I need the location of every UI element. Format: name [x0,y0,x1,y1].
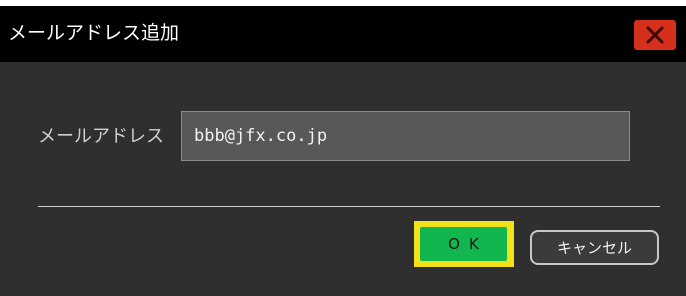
close-button[interactable] [634,20,676,50]
divider [38,206,660,207]
add-email-dialog: メールアドレス追加 メールアドレス OK キャンセル [0,6,686,296]
close-x-icon [646,26,664,44]
cancel-button[interactable]: キャンセル [530,230,659,265]
dialog-titlebar: メールアドレス追加 [0,6,686,62]
email-input[interactable] [181,111,630,161]
email-label: メールアドレス [38,126,164,147]
ok-button[interactable]: OK [420,227,507,261]
dialog-title: メールアドレス追加 [8,22,180,44]
